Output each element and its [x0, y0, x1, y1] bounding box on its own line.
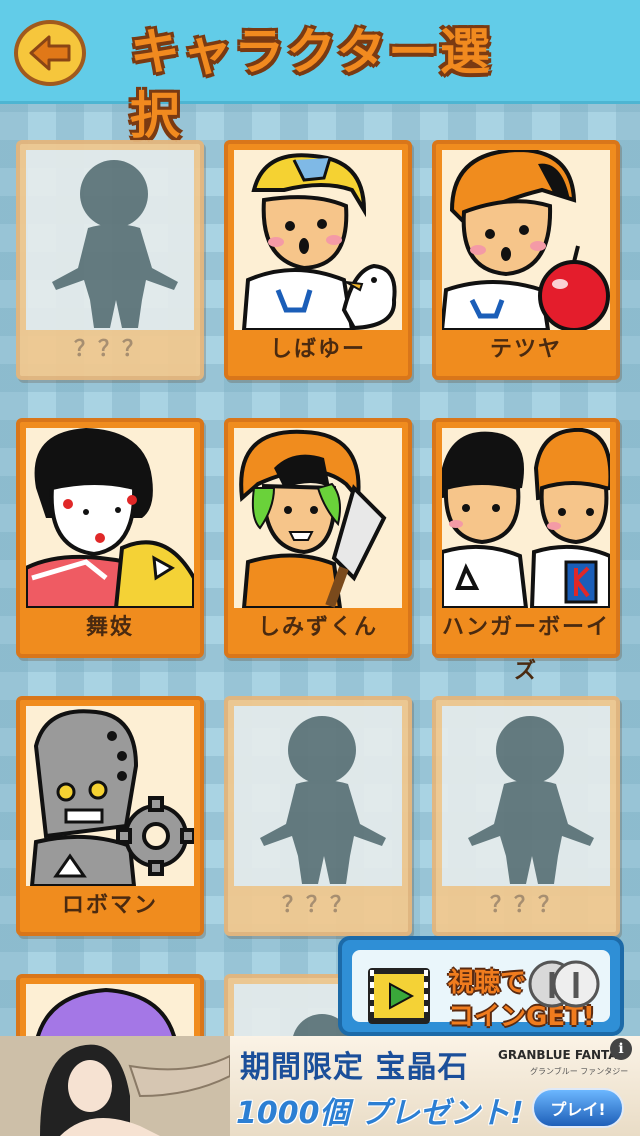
character-card-hanger-boys[interactable]: ハンガーボーイズ — [432, 418, 620, 684]
silhouette-portrait — [442, 706, 610, 886]
page-title: キャラクター選択 — [130, 23, 492, 145]
character-portrait — [26, 984, 194, 1044]
coin-icon — [528, 960, 600, 1008]
character-name: ハンガーボーイズ — [441, 615, 610, 684]
character-name: ？？？ — [73, 337, 146, 362]
character-name: しばゆー — [269, 337, 366, 362]
silhouette-icon — [260, 716, 386, 884]
shibayu-portrait-icon — [241, 153, 397, 330]
character-card-tetsuya[interactable]: テツヤ — [432, 140, 620, 380]
ad-subline: 1000個 プレゼント! — [236, 1096, 524, 1131]
arrow-left-icon — [29, 35, 71, 71]
character-name: ？？？ — [281, 893, 354, 918]
ad-headline-a: 期間限定 — [240, 1050, 364, 1085]
hanger-boys-portrait-icon — [442, 428, 610, 608]
ad-info-icon[interactable]: i — [610, 1038, 632, 1060]
character-name: テツヤ — [489, 337, 562, 362]
character-card-roboman[interactable]: ロボマン — [16, 696, 204, 936]
silhouette-icon — [52, 160, 178, 328]
character-card-shimizukun[interactable]: しみずくん — [224, 418, 412, 658]
silhouette-portrait — [234, 706, 402, 886]
character-portrait — [26, 706, 194, 886]
character-card-locked-1[interactable]: ？？？ — [16, 140, 204, 380]
character-card-maiko[interactable]: 舞妓 — [16, 418, 204, 658]
ad-brand-logo: GRANBLUE FANTAS — [498, 1048, 627, 1062]
watch-video-coin-button[interactable]: 視聴で コインGET! — [338, 936, 624, 1036]
ad-play-button[interactable]: プレイ! — [532, 1088, 624, 1128]
video-button-inner: 視聴で コインGET! — [352, 950, 610, 1032]
character-card-partial-1[interactable] — [16, 974, 204, 1044]
purple-character-icon — [33, 987, 179, 1044]
character-portrait — [26, 428, 194, 608]
ad-character-art — [0, 1036, 230, 1136]
character-portrait — [442, 428, 610, 608]
character-card-locked-2[interactable]: ？？？ — [224, 696, 412, 936]
tetsuya-portrait-icon — [442, 150, 610, 330]
character-portrait — [234, 150, 402, 330]
character-name: ロボマン — [61, 893, 158, 918]
roboman-portrait-icon — [29, 709, 194, 886]
character-portrait — [234, 428, 402, 608]
character-name: ？？？ — [489, 893, 562, 918]
character-card-shibayu[interactable]: しばゆー — [224, 140, 412, 380]
ad-brand-subtitle: グランブルー ファンタジー — [530, 1067, 629, 1076]
character-card-locked-3[interactable]: ？？？ — [432, 696, 620, 936]
ad-banner[interactable]: 期間限定 宝晶石 1000個 プレゼント! GRANBLUE FANTAS グラ… — [0, 1036, 640, 1136]
maiko-portrait-icon — [26, 428, 194, 608]
silhouette-icon — [468, 716, 594, 884]
silhouette-portrait — [26, 150, 194, 330]
play-video-icon — [368, 968, 430, 1024]
ad-headline: 期間限定 宝晶石 — [240, 1042, 468, 1086]
shimizukun-portrait-icon — [239, 429, 387, 608]
character-portrait — [442, 150, 610, 330]
character-name: しみずくん — [257, 615, 378, 640]
header-bar: キャラクター選択 — [0, 0, 640, 145]
video-reward-line1: 視聴で — [448, 968, 527, 998]
ad-headline-b: 宝晶石 — [375, 1050, 469, 1085]
character-name: 舞妓 — [85, 615, 134, 640]
back-button[interactable] — [14, 20, 86, 86]
